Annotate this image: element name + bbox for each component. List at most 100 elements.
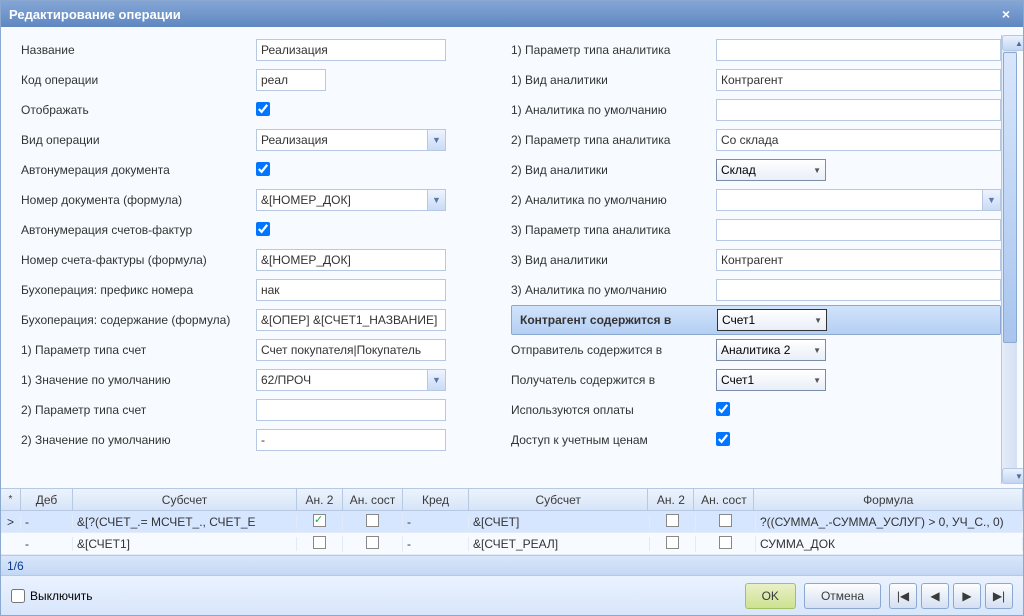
param1-type-input[interactable] (256, 339, 446, 361)
cell-an2b[interactable] (650, 536, 696, 552)
prev-button[interactable]: ◀ (921, 583, 949, 609)
param2-default-input[interactable] (256, 429, 446, 451)
cell-an2b[interactable] (650, 514, 696, 530)
display-label: Отображать (21, 103, 256, 117)
code-label: Код операции (21, 73, 256, 87)
p2-type-value: Склад (721, 163, 756, 177)
grid-header-kred[interactable]: Кред (403, 489, 469, 510)
p1-def-input[interactable] (716, 99, 1001, 121)
optype-select[interactable] (256, 129, 446, 151)
sender-in-value: Аналитика 2 (721, 343, 790, 357)
autonum-doc-checkbox[interactable] (256, 162, 270, 176)
cell-anc1[interactable] (343, 536, 403, 552)
param1-default-input[interactable] (256, 369, 446, 391)
first-button[interactable]: |◀ (889, 583, 917, 609)
autonum-sf-label: Автонумерация счетов-фактур (21, 223, 256, 237)
cell-anc2[interactable] (696, 536, 756, 552)
buh-content-input[interactable] (256, 309, 446, 331)
disable-checkbox[interactable] (11, 589, 25, 603)
sfnum-formula-input[interactable] (256, 249, 446, 271)
disable-label: Выключить (30, 589, 92, 603)
chevron-down-icon: ▼ (814, 316, 822, 325)
last-button[interactable]: ▶| (985, 583, 1013, 609)
grid-header-anc1[interactable]: Ан. сост (343, 489, 403, 510)
receiver-in-label: Получатель содержится в (511, 373, 716, 387)
window-title: Редактирование операции (9, 7, 997, 22)
grid-footer: 1/6 (1, 555, 1023, 575)
grid-header-an2b[interactable]: Ан. 2 (648, 489, 694, 510)
buh-prefix-input[interactable] (256, 279, 446, 301)
name-input[interactable] (256, 39, 446, 61)
p2-def-input[interactable] (716, 189, 1001, 211)
p2-def-label: 2) Аналитика по умолчанию (511, 193, 716, 207)
grid-header: * Деб Субсчет Ан. 2 Ан. сост Кред Субсче… (1, 489, 1023, 511)
grid-header-an2a[interactable]: Ан. 2 (297, 489, 343, 510)
cell-sub1: &[СЧЕТ1] (73, 537, 297, 551)
p1-type-label: 1) Вид аналитики (511, 73, 716, 87)
optype-label: Вид операции (21, 133, 256, 147)
p1-def-label: 1) Аналитика по умолчанию (511, 103, 716, 117)
autonum-sf-checkbox[interactable] (256, 222, 270, 236)
receiver-in-select[interactable]: Счет1▼ (716, 369, 826, 391)
cell-deb: - (21, 537, 73, 551)
next-button[interactable]: ▶ (953, 583, 981, 609)
cancel-button[interactable]: Отмена (804, 583, 881, 609)
title-bar: Редактирование операции × (1, 1, 1023, 27)
p1-param-input[interactable] (716, 39, 1001, 61)
param2-type-label: 2) Параметр типа счет (21, 403, 256, 417)
chevron-down-icon: ▼ (813, 346, 821, 355)
grid-header-sub1[interactable]: Субсчет (73, 489, 297, 510)
scroll-thumb[interactable] (1003, 52, 1017, 343)
content-area: Название Код операции Отображать Вид опе… (1, 27, 1023, 615)
grid-header-deb[interactable]: Деб (21, 489, 73, 510)
chevron-down-icon: ▼ (813, 166, 821, 175)
scroll-up-icon[interactable]: ▲ (1002, 35, 1023, 51)
table-row[interactable]: >-&[?(СЧЕТ_.= МСЧЕТ_., СЧЕТ_Е-&[СЧЕТ]?((… (1, 511, 1023, 533)
cell-sub2: &[СЧЕТ] (469, 515, 650, 529)
payments-checkbox[interactable] (716, 402, 730, 416)
grid-header-marker[interactable]: * (1, 489, 21, 510)
cell-an2a[interactable] (297, 514, 343, 530)
prices-access-checkbox[interactable] (716, 432, 730, 446)
grid-header-formula[interactable]: Формула (754, 489, 1023, 510)
grid-paging: 1/6 (7, 559, 24, 573)
grid-header-sub2[interactable]: Субсчет (469, 489, 648, 510)
vertical-scrollbar[interactable]: ▲ ▼ (1001, 35, 1017, 484)
ok-button[interactable]: OK (745, 583, 796, 609)
scroll-down-icon[interactable]: ▼ (1002, 468, 1023, 484)
cell-kred: - (403, 515, 469, 529)
table-row[interactable]: -&[СЧЕТ1]-&[СЧЕТ_РЕАЛ]СУММА_ДОК (1, 533, 1023, 555)
cell-sub1: &[?(СЧЕТ_.= МСЧЕТ_., СЧЕТ_Е (73, 515, 297, 529)
p1-param-label: 1) Параметр типа аналитика (511, 43, 716, 57)
p2-type-select[interactable]: Склад ▼ (716, 159, 826, 181)
close-icon[interactable]: × (997, 6, 1015, 22)
docnum-formula-input[interactable] (256, 189, 446, 211)
param2-default-label: 2) Значение по умолчанию (21, 433, 256, 447)
cell-anc2[interactable] (696, 514, 756, 530)
grid-header-anc2[interactable]: Ан. сост (694, 489, 754, 510)
sender-in-label: Отправитель содержится в (511, 343, 716, 357)
param2-type-input[interactable] (256, 399, 446, 421)
cell-formula: СУММА_ДОК (756, 537, 1023, 551)
dialog-window: Редактирование операции × Название Код о… (0, 0, 1024, 616)
code-input[interactable] (256, 69, 326, 91)
cell-anc1[interactable] (343, 514, 403, 530)
cont-in-select[interactable]: Счет1▼ (717, 309, 827, 331)
sender-in-select[interactable]: Аналитика 2 ▼ (716, 339, 826, 361)
p2-type-label: 2) Вид аналитики (511, 163, 716, 177)
cell-kred: - (403, 537, 469, 551)
display-checkbox[interactable] (256, 102, 270, 116)
p1-type-input[interactable] (716, 69, 1001, 91)
sfnum-formula-label: Номер счета-фактуры (формула) (21, 253, 256, 267)
p2-param-input[interactable] (716, 129, 1001, 151)
name-label: Название (21, 43, 256, 57)
cell-an2a[interactable] (297, 536, 343, 552)
footer-bar: Выключить OK Отмена |◀ ◀ ▶ ▶| (1, 575, 1023, 615)
cell-formula: ?((СУММА_.-СУММА_УСЛУГ) > 0, УЧ_С., 0) (756, 515, 1023, 529)
p3-type-input[interactable] (716, 249, 1001, 271)
receiver-in-value: Счет1 (721, 373, 754, 387)
cell-deb: - (21, 515, 73, 529)
p3-def-input[interactable] (716, 279, 1001, 301)
p3-param-input[interactable] (716, 219, 1001, 241)
buh-content-label: Бухоперация: содержание (формула) (21, 313, 256, 327)
